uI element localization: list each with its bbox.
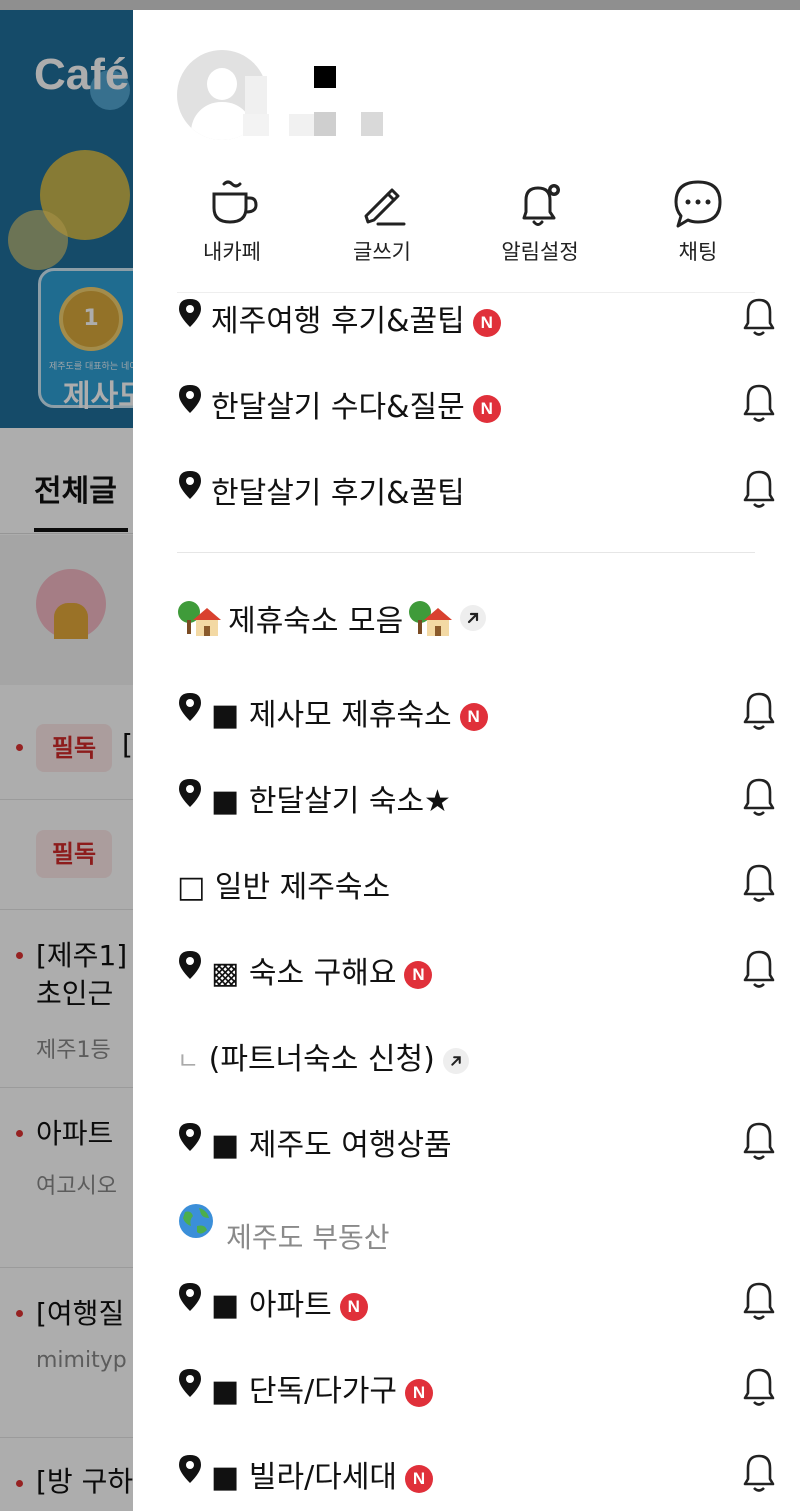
board-label: 단독/다가구 <box>248 1374 398 1409</box>
board-item-detached-house[interactable]: ■ 단독/다가구 N <box>177 1356 777 1416</box>
bell-icon[interactable] <box>739 774 779 818</box>
board-item-travel-product[interactable]: ■ 제주도 여행상품 <box>177 1110 777 1170</box>
quick-menu: 내카페 글쓰기 알림설정 채팅 <box>177 178 777 278</box>
bell-settings-icon <box>522 184 560 226</box>
pencil-icon <box>364 188 406 226</box>
bell-icon[interactable] <box>739 1450 779 1494</box>
board-item-looking-for-lodging[interactable]: ▩ 숙소 구해요 N <box>177 938 777 998</box>
my-cafe-button[interactable]: 내카페 <box>167 178 297 278</box>
pin-icon <box>179 779 201 807</box>
house-with-tree-icon <box>178 601 221 636</box>
board-label: 아파트 <box>248 1288 332 1323</box>
new-badge: N <box>405 1378 434 1407</box>
cup-icon <box>212 180 258 224</box>
group-title-text: 제휴숙소 모음 <box>228 604 404 639</box>
new-badge: N <box>404 960 433 989</box>
bell-icon[interactable] <box>739 1278 779 1322</box>
profile-meta-blur <box>289 114 315 136</box>
pin-icon <box>179 385 201 413</box>
board-item-partner-lodging[interactable]: ■ 제사모 제휴숙소 N <box>177 680 777 740</box>
pin-icon <box>179 1369 201 1397</box>
board-label: 제사모 제휴숙소 <box>248 698 452 733</box>
board-label: 한달살기 수다&질문 <box>211 390 465 425</box>
pin-icon <box>179 1123 201 1151</box>
new-badge: N <box>459 702 488 731</box>
pin-icon <box>179 299 201 327</box>
board-prefix: ■ <box>211 784 240 819</box>
house-with-tree-icon <box>409 601 453 636</box>
bell-icon[interactable] <box>739 466 779 510</box>
profile-meta-blur <box>314 112 336 136</box>
globe-icon <box>179 1204 213 1238</box>
external-link-icon <box>442 1047 469 1074</box>
board-item-jeju-travel-review[interactable]: 제주여행 후기&꿀팁 N <box>177 286 777 346</box>
write-label: 글쓰기 <box>353 240 411 264</box>
write-button[interactable]: 글쓰기 <box>317 178 447 278</box>
bell-icon[interactable] <box>739 1118 779 1162</box>
board-prefix: ▩ <box>211 956 240 991</box>
board-label: (파트너숙소 신청) <box>208 1042 435 1077</box>
new-badge: N <box>339 1292 368 1321</box>
board-label: 한달살기 숙소★ <box>248 784 451 819</box>
board-item-villa[interactable]: ■ 빌라/다세대 N <box>177 1442 777 1502</box>
bell-icon[interactable] <box>739 946 779 990</box>
board-prefix: ■ <box>211 1128 240 1163</box>
board-label: 일반 제주숙소 <box>214 870 391 905</box>
notification-settings-button[interactable]: 알림설정 <box>475 178 605 278</box>
side-drawer: 내카페 글쓰기 알림설정 채팅 제주여행 후기&꿀팁 N 한달살기 수다&질문 … <box>133 10 800 1511</box>
my-cafe-label: 내카페 <box>203 240 261 264</box>
group-title-real-estate[interactable]: 제주도 부동산 <box>177 1202 390 1254</box>
board-item-general-lodging[interactable]: □ 일반 제주숙소 <box>177 852 777 912</box>
bell-icon[interactable] <box>739 860 779 904</box>
board-item-apartment[interactable]: ■ 아파트 N <box>177 1270 777 1330</box>
notification-settings-label: 알림설정 <box>501 240 579 264</box>
pin-icon <box>179 1283 201 1311</box>
profile-meta-blur <box>243 114 269 136</box>
group-title-text: 제주도 부동산 <box>226 1220 390 1254</box>
bell-icon[interactable] <box>739 688 779 732</box>
pin-icon <box>179 1455 201 1483</box>
divider <box>177 552 755 553</box>
bell-icon[interactable] <box>739 1364 779 1408</box>
chat-button[interactable]: 채팅 <box>633 178 763 278</box>
new-badge: N <box>472 394 501 423</box>
board-prefix: □ <box>177 870 206 905</box>
board-item-month-stay-review[interactable]: 한달살기 후기&꿀팁 <box>177 458 777 518</box>
status-bar <box>0 0 800 10</box>
bell-icon[interactable] <box>739 380 779 424</box>
external-link-icon <box>460 605 487 631</box>
board-prefix: ■ <box>211 1374 240 1409</box>
bell-icon[interactable] <box>739 294 779 338</box>
new-badge: N <box>405 1464 434 1493</box>
board-prefix: ■ <box>211 1460 240 1495</box>
profile-name-mark <box>314 66 336 88</box>
board-prefix: ■ <box>211 698 240 733</box>
board-item-partner-apply-link[interactable]: ㄴ (파트너숙소 신청) <box>177 1024 777 1084</box>
board-prefix: ■ <box>211 1288 240 1323</box>
board-label: 빌라/다세대 <box>248 1460 398 1495</box>
board-item-month-stay-lodging[interactable]: ■ 한달살기 숙소★ <box>177 766 777 826</box>
board-item-month-stay-qna[interactable]: 한달살기 수다&질문 N <box>177 372 777 432</box>
sub-item-prefix: ㄴ <box>177 1047 200 1075</box>
board-label: 한달살기 후기&꿀팁 <box>211 476 465 511</box>
new-badge: N <box>472 308 501 337</box>
chat-icon <box>674 180 722 228</box>
board-label: 제주도 여행상품 <box>248 1128 452 1163</box>
group-title-lodging[interactable]: 제휴숙소 모음 <box>177 596 487 646</box>
chat-label: 채팅 <box>678 240 718 264</box>
board-label: 숙소 구해요 <box>248 956 397 991</box>
pin-icon <box>179 471 201 499</box>
pin-icon <box>179 951 201 979</box>
board-label: 제주여행 후기&꿀팁 <box>211 304 465 339</box>
profile-meta-blur <box>361 112 383 136</box>
pin-icon <box>179 693 201 721</box>
